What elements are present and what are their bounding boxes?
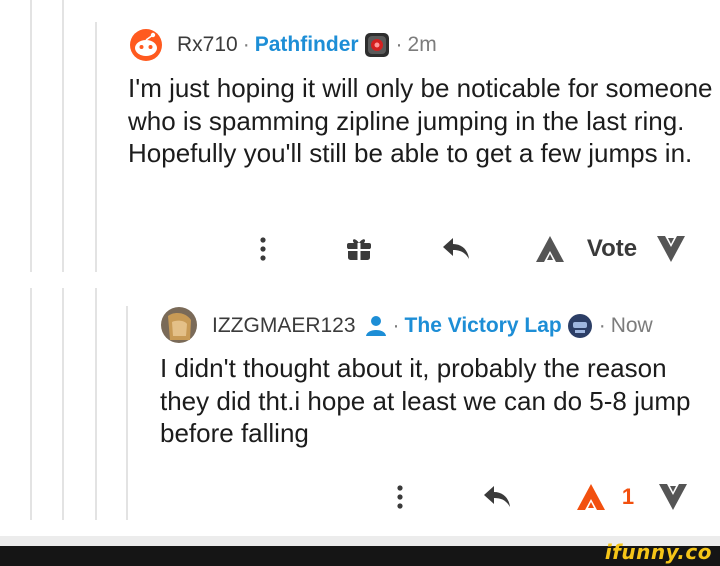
more-button[interactable] [250,232,276,266]
separator: · [598,314,606,337]
upvote-button[interactable] [574,480,608,514]
apex-downvote-icon [659,484,687,510]
more-vertical-icon [397,485,403,509]
username[interactable]: IZZGMAER123 [212,314,356,338]
comment-body: I'm just hoping it will only be noticabl… [128,73,713,168]
reply-button[interactable] [481,480,513,514]
timestamp: Now [610,314,653,337]
timestamp: 2m [407,33,437,56]
comment-meta: IZZGMAER123 · The Victory Lap · Now [212,312,653,340]
avatar[interactable] [129,28,163,62]
reply-button[interactable] [440,232,472,266]
more-button[interactable] [387,480,413,514]
comment-actions: Vote [0,228,720,270]
avatar[interactable] [160,306,198,344]
vote-label: Vote [586,235,638,262]
separator: · [242,33,250,56]
gift-icon [347,239,371,260]
comment-body: I didn't thought about it, probably the … [160,353,691,448]
ifunny-watermark: ifunny.co [604,540,712,564]
award-button[interactable] [344,232,374,266]
reply-icon [443,238,469,259]
victory-lap-icon [566,312,594,340]
comment-meta: Rx710 · Pathfinder · 2m [177,31,437,59]
user-flair: Pathfinder [254,33,359,56]
downvote-button[interactable] [656,480,690,514]
upvote-button[interactable] [533,232,567,266]
downvote-button[interactable] [654,232,688,266]
apex-upvote-icon [536,236,564,262]
apex-upvote-icon [577,484,605,510]
username[interactable]: Rx710 [177,33,238,57]
apex-downvote-icon [657,236,685,262]
separator: · [392,314,400,337]
comment-actions: 1 [0,476,720,518]
comment-rx710: Rx710 · Pathfinder · 2m I'm just hoping … [0,0,720,280]
user-badge-icon [364,315,388,337]
reply-icon [484,486,510,507]
reddit-snoo-icon [130,29,162,61]
watermark-bar: ifunny.co [0,540,720,566]
pathfinder-robot-icon [363,31,391,59]
comment-izzgmaer123: IZZGMAER123 · The Victory Lap · Now I di… [0,290,720,530]
separator: · [395,33,403,56]
more-vertical-icon [260,237,266,261]
vote-count: 1 [621,484,635,509]
user-flair: The Victory Lap [404,314,562,337]
user-avatar-icon [161,307,197,343]
